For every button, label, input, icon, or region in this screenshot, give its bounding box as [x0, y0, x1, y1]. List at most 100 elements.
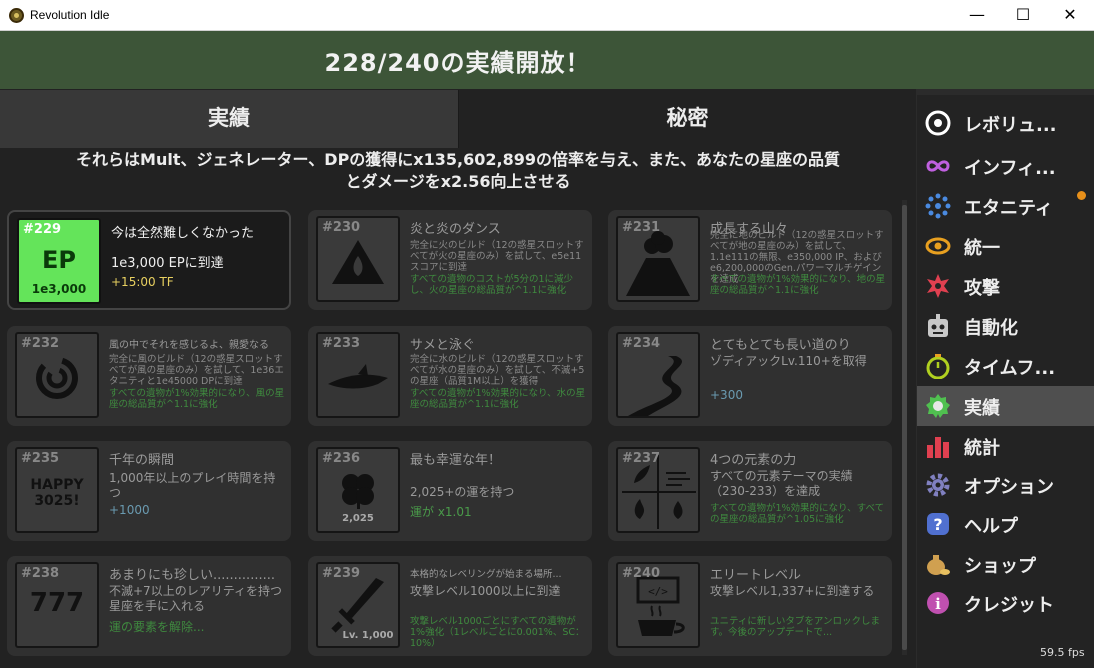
- achievement-card[interactable]: HAPPY 3025! #235 千年の瞬間 1,000年以上のプレイ時間を持つ…: [7, 441, 291, 541]
- sidebar-item-eternity[interactable]: エタニティ: [917, 186, 1094, 226]
- robot-icon: [928, 314, 948, 337]
- achievement-desc: すべての元素テーマの実績（230-233）を達成: [710, 469, 853, 498]
- achievement-card[interactable]: 777 #238 あまりにも珍しい............... 不滅+7以上の…: [7, 556, 291, 656]
- achievement-number: #231: [622, 220, 661, 235]
- sidebar-item-label: 統計: [964, 438, 1000, 459]
- achievement-reward: すべての遺物が1%効果的になり、すべての星座の総品質が^1.05に強化: [710, 503, 885, 525]
- achievement-reward: すべての遺物が1%効果的になり、風の星座の総品質が^1.1に強化: [109, 388, 285, 410]
- achievement-card[interactable]: </> #240 エリートレベル 攻撃レベル1,337+に到達する ユニティに新…: [608, 556, 892, 656]
- sidebar-item-automation[interactable]: 自動化: [917, 306, 1094, 346]
- scrollbar-thumb[interactable]: [902, 205, 907, 650]
- achievement-card[interactable]: #232 風の中でそれを感じるよ、親愛なる 完全に風のビルド（12の惑星スロット…: [7, 326, 291, 426]
- sidebar-item-label: インフィ...: [964, 158, 1056, 179]
- stopwatch-icon: [926, 354, 950, 379]
- svg-text:i: i: [935, 595, 941, 613]
- achievement-number: #230: [322, 220, 361, 235]
- window-title: Revolution Idle: [30, 8, 110, 22]
- achievement-reward: すべての遺物が1%効果的になり、地の星座の総品質が^1.1に強化: [710, 274, 886, 296]
- sidebar-item-timeflux[interactable]: タイムフ...: [917, 346, 1094, 386]
- achievement-card[interactable]: EP 1e3,000 #229 今は全然難しくなかった 1e3,000 EPに到…: [7, 210, 291, 310]
- sidebar-item-shop[interactable]: ショップ: [917, 544, 1094, 584]
- sidebar-item-label: 統一: [964, 238, 1000, 259]
- achievement-count-text: 228/240の実績開放！: [324, 49, 591, 77]
- tab-achievements[interactable]: 実績: [0, 90, 459, 148]
- achievement-reward: ユニティに新しいタブをアンロックします。今後のアップデートで...: [710, 616, 881, 638]
- achievement-reward: +1000: [109, 503, 150, 517]
- attack-icon: [927, 274, 949, 298]
- sidebar-item-label: レボリュ...: [964, 115, 1057, 136]
- achievement-card[interactable]: 2,025 #236 最も幸運な年！ 2,025+の運を持つ 運が x1.01: [308, 441, 592, 541]
- achievement-number: #232: [21, 336, 60, 351]
- achievement-reward: 攻撃レベル1000ごとにすべての遺物が1%強化（1レベルごとに0.001%、SC…: [410, 616, 585, 649]
- fire-icon: #230: [316, 216, 400, 302]
- sidebar-item-label: ショップ: [964, 556, 1036, 577]
- maximize-button[interactable]: ☐: [1000, 0, 1046, 31]
- achievement-card[interactable]: #233 サメと泳ぐ 完全に水のビルド（12の惑星スロットすべてが水の星座のみ）…: [308, 326, 592, 426]
- achievement-title: 風の中でそれを感じるよ、親愛なる: [109, 340, 269, 351]
- sidebar-item-label: 自動化: [964, 318, 1018, 339]
- sidebar-item-label: 攻撃: [964, 278, 1000, 299]
- fps-counter: 59.5 fps: [1040, 646, 1085, 659]
- achievement-desc: 1,000年以上のプレイ時間を持つ: [109, 471, 276, 500]
- achievement-title: 本格的なレベリングが始まる場所...: [410, 569, 562, 580]
- achievement-title: とてもとても長い道のり: [710, 338, 851, 353]
- swirl-icon: #232: [15, 332, 99, 418]
- sidebar-item-revolution[interactable]: レボリュ...: [917, 103, 1094, 143]
- achievement-title: 最も幸運な年！: [410, 453, 502, 468]
- medal-icon: [926, 394, 950, 418]
- bonus-line-1: それらはMult、ジェネレーター、DPの獲得にx135,602,899の倍率を与…: [76, 150, 840, 169]
- achievement-number: #234: [622, 336, 661, 351]
- achievement-desc: 完全に風のビルド（12の惑星スロットすべてが風の星座のみ）を試して、1e36エタ…: [109, 354, 284, 387]
- achievement-header: 228/240の実績開放！: [0, 31, 1094, 89]
- svg-text:?: ?: [933, 515, 942, 534]
- revolution-icon: [925, 110, 951, 136]
- achievement-reward: すべての遺物のコストが5分の1に減少し、火の星座の総品質が^1.1に強化: [410, 274, 574, 296]
- happy-icon-text: HAPPY 3025!: [30, 477, 84, 509]
- sidebar-item-options[interactable]: オプション: [917, 465, 1094, 505]
- happy-icon: HAPPY 3025! #235: [15, 447, 99, 533]
- sidebar-item-label: クレジット: [964, 595, 1054, 616]
- achievement-desc: 1e3,000 EPに到達: [111, 256, 224, 271]
- achievement-title: 炎と炎のダンス: [410, 222, 501, 237]
- achievement-desc: 攻撃レベル1,337+に到達する: [710, 584, 875, 598]
- sidebar-item-label: 実績: [964, 398, 1000, 419]
- slot-icon: 777 #238: [15, 562, 99, 648]
- achievement-card[interactable]: #230 炎と炎のダンス 完全に火のビルド（12の惑星スロットすべてが火の星座の…: [308, 210, 592, 310]
- achievement-number: #240: [622, 566, 661, 581]
- volcano-icon: #231: [616, 216, 700, 302]
- achievement-number: #233: [322, 336, 361, 351]
- achievement-card[interactable]: #234 とてもとても長い道のり ゾディアックLv.110+を取得 +300: [608, 326, 892, 426]
- sidebar-item-label: タイムフ...: [964, 358, 1056, 379]
- ep-icon-sub: 1e3,000: [31, 282, 87, 296]
- shark-icon: #233: [316, 332, 400, 418]
- achievement-title: 4つの元素の力: [710, 453, 797, 468]
- sidebar-item-attack[interactable]: 攻撃: [917, 266, 1094, 306]
- achievement-title: 今は全然難しくなかった: [111, 226, 255, 241]
- achievement-desc: ゾディアックLv.110+を取得: [710, 354, 867, 368]
- sidebar-item-help[interactable]: ? ヘルプ: [917, 504, 1094, 544]
- moneybag-icon: [927, 555, 950, 575]
- sidebar-item-achievements[interactable]: 実績: [917, 386, 1094, 426]
- achievement-reward: すべての遺物が1%効果的になり、水の星座の総品質が^1.1に強化: [410, 388, 586, 410]
- achievement-card[interactable]: #237 4つの元素の力 すべての元素テーマの実績（230-233）を達成 すべ…: [608, 441, 892, 541]
- achievement-card[interactable]: Lv. 1,000 #239 本格的なレベリングが始まる場所... 攻撃レベル1…: [308, 556, 592, 656]
- achievement-desc: 不滅+7以上のレアリティを持つ星座を手に入れる: [109, 584, 282, 613]
- help-icon: ?: [927, 513, 949, 535]
- achievement-bonus-description: それらはMult、ジェネレーター、DPの獲得にx135,602,899の倍率を与…: [0, 148, 916, 196]
- achievement-card[interactable]: #231 成長する山々 完全に地のビルド（12の惑星スロットすべてが地の星座のみ…: [608, 210, 892, 310]
- sidebar-item-infinity[interactable]: インフィ...: [917, 146, 1094, 186]
- achievement-desc: 完全に火のビルド（12の惑星スロットすべてが火の星座のみ）を試して、e5e11ス…: [410, 240, 584, 273]
- close-button[interactable]: ✕: [1047, 0, 1093, 31]
- sidebar-item-statistics[interactable]: 統計: [917, 426, 1094, 466]
- sidebar-item-credits[interactable]: i クレジット: [917, 583, 1094, 623]
- eternity-icon: [925, 193, 951, 219]
- achievement-title: 千年の瞬間: [109, 453, 175, 468]
- minimize-button[interactable]: —: [954, 0, 1000, 31]
- sword-icon-sub: Lv. 1,000: [342, 630, 394, 641]
- sidebar-item-label: オプション: [964, 477, 1054, 498]
- achievement-number: #237: [622, 451, 661, 466]
- unity-icon: [925, 237, 951, 255]
- achievement-desc: 2,025+の運を持つ: [410, 485, 515, 499]
- sidebar-item-unity[interactable]: 統一: [917, 226, 1094, 266]
- tab-secrets[interactable]: 秘密: [459, 90, 916, 148]
